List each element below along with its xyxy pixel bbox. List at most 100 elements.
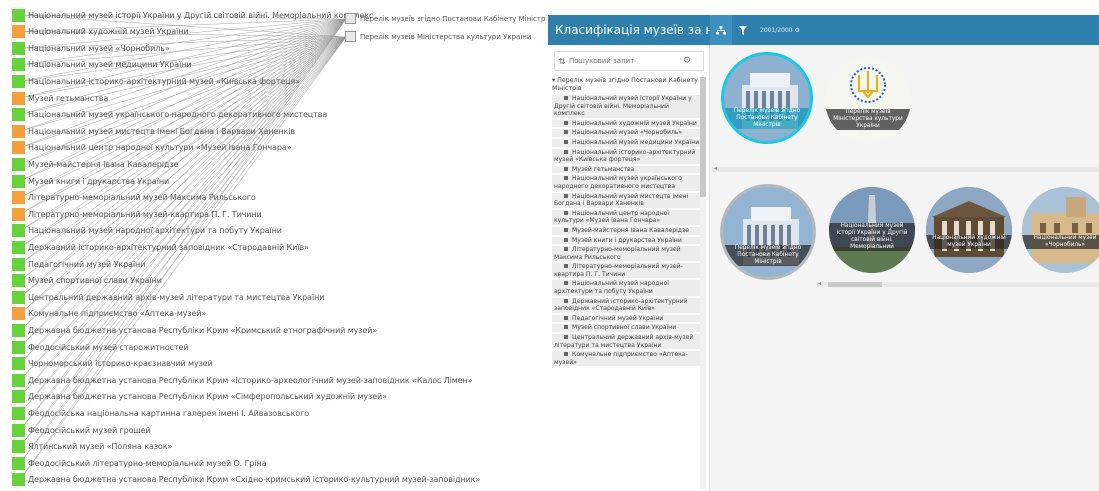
museum-node[interactable]: Чорноморський історико-краєзнавчий музей (12, 357, 213, 371)
tree-parent-item[interactable]: ▾ Перелік музеїв згідно Постанови Кабіне… (552, 77, 700, 93)
tree-item[interactable]: Національний музей медицини України (552, 138, 700, 148)
tree-item[interactable]: Національний музей народної архітектури … (552, 280, 700, 297)
museum-node[interactable]: Державна бюджетна установа Республіки Кр… (12, 373, 473, 387)
museum-node[interactable]: Державна бюджетна установа Республіки Кр… (12, 390, 387, 404)
tree-item[interactable]: Національний музей історії України у Дру… (552, 95, 700, 119)
museum-node[interactable]: Національний музей медицини України (12, 58, 192, 72)
museum-node[interactable]: Національний центр народної культури «Му… (12, 141, 292, 155)
gear-icon[interactable]: ⚙ (679, 56, 695, 66)
root-node-label: Перелік музеїв Міністерства культури Укр… (360, 32, 532, 41)
tree-item[interactable]: Музей-майстерня Івана Кавалерідзе (552, 226, 700, 236)
bottom-scroll-thumb[interactable] (828, 282, 882, 287)
museum-node-square (12, 224, 25, 238)
museum-node[interactable]: Національний художній музей України (12, 25, 189, 39)
museum-node-label: Національний музей народної архітектури … (28, 226, 282, 236)
tree-item[interactable]: Музей книги і друкарства України (552, 236, 700, 246)
museum-node[interactable]: Національний музей українського народног… (12, 108, 327, 122)
museum-node[interactable]: Літературно-меморіальний музей-квартира … (12, 207, 262, 221)
card-cabinet[interactable]: Перелік музеїв згідно Постанови Кабінету… (720, 184, 816, 280)
museum-node[interactable]: Педагогічний музей України (12, 257, 145, 271)
bullet-icon (564, 298, 568, 303)
tree-item[interactable]: Національний музей «Чорнобиль» (552, 129, 700, 138)
bullet-icon (564, 264, 568, 269)
root-node-cabinet[interactable]: Перелік музеїв згідно Постанови Кабінету… (345, 13, 545, 24)
museum-node[interactable]: Національний музей історії України у Дру… (12, 8, 374, 22)
card-chornobyl-museum[interactable]: Національний музей «Чорнобиль» (1022, 187, 1099, 273)
year-selector[interactable]: 2001/2000 ⚙ (754, 15, 806, 45)
museum-node[interactable]: Державна бюджетна установа Республіки Кр… (12, 473, 480, 487)
tree-item-label: Центральний державний архів-музей літера… (554, 334, 694, 349)
museum-node-label: Феодосійський музей грошей (28, 425, 151, 435)
tree-item[interactable]: Комунальне підприємство «Аптека-музей» (552, 351, 700, 368)
tree-item-label: Літературно-меморіальний музей-квартира … (554, 263, 683, 278)
museum-node[interactable]: Національний музей «Чорнобиль» (12, 41, 170, 55)
card-cabinet-selected[interactable]: Перелік музеїв згідно Постанови Кабінету… (721, 52, 813, 144)
museum-node[interactable]: Феодосійський музей грошей (12, 423, 151, 437)
museum-node[interactable]: Музей гетьманства (12, 91, 108, 105)
card-ministry-culture[interactable]: Перелік музеїв Міністерства культури Укр… (825, 57, 911, 143)
tree-item[interactable]: Національний художній музей України (552, 119, 700, 129)
scroll-left-icon[interactable]: ◂ (818, 280, 821, 287)
museum-node-label: Національний історико-архітектурний музе… (28, 76, 301, 86)
museum-node[interactable]: Комунальне підприємство «Аптека-музей» (12, 307, 206, 321)
tree-item-label: Музей гетьманства (572, 165, 635, 173)
filter-icon[interactable] (732, 15, 754, 45)
museum-node-square (12, 74, 25, 88)
root-node-ministry[interactable]: Перелік музеїв Міністерства культури Укр… (345, 31, 531, 42)
tree-item[interactable]: Педагогічний музей України (552, 314, 700, 324)
museum-node-label: Національний музей історії України у Дру… (28, 10, 374, 20)
card-caption: Перелік музеїв згідно Постанови Кабінету… (724, 108, 810, 129)
tree-item[interactable]: Державний історико-архітектурний заповід… (552, 297, 700, 314)
tree-item-label: Національний музей історії України у Дру… (554, 95, 692, 118)
tree-item[interactable]: Національний центр народної культури «Му… (552, 209, 700, 226)
museum-node-square (12, 58, 25, 72)
museum-node[interactable]: Національний музей народної архітектури … (12, 224, 282, 238)
bullet-icon (564, 335, 568, 340)
tree-item[interactable]: Національний музей мистецтв імені Богдан… (552, 192, 700, 209)
museum-node-label: Державна бюджетна установа Республіки Кр… (28, 325, 378, 335)
tree-item[interactable]: Національний історико-архітектурний музе… (552, 148, 700, 165)
search-input[interactable] (569, 57, 679, 65)
bullet-icon (564, 176, 568, 181)
tree-item-label: Національний музей «Чорнобиль» (572, 129, 683, 137)
museum-node-square (12, 440, 25, 454)
museum-node[interactable]: Музей-майстерня Івана Кавалерідзе (12, 157, 178, 171)
tree-item[interactable]: Літературно-меморіальний музей-квартира … (552, 263, 700, 280)
scroll-left-icon[interactable]: ◂ (714, 165, 717, 172)
bullet-icon (564, 210, 568, 215)
museum-node[interactable]: Феодосійська національна картинна галере… (12, 406, 309, 420)
sort-icon[interactable]: ⇅ (555, 57, 569, 66)
museum-node-label: Національний музей мистецтв імені Богдан… (28, 126, 295, 136)
museum-node[interactable]: Музей книги і друкарства України (12, 174, 170, 188)
tree-item-label: Національний музей народної архітектури … (554, 280, 669, 296)
tree-item[interactable]: Музей спортивної слави України (552, 324, 700, 334)
sitemap-icon[interactable] (710, 15, 732, 45)
museum-node[interactable]: Державний історико-архітектурний заповід… (12, 240, 309, 254)
top-cards-scrollbar[interactable]: ◂ (712, 165, 1099, 172)
bullet-icon (564, 130, 568, 135)
card-art-museum[interactable]: Національний художній музей України (926, 187, 1012, 273)
tree-item[interactable]: Центральний державний архів-музей літера… (552, 334, 700, 351)
museum-node-square (12, 41, 25, 55)
museum-node-square (12, 373, 25, 387)
top-bar: Класифікація музеїв за но... 2001/2000 ⚙ (548, 15, 1099, 45)
tree-item[interactable]: Літературно-меморіальний музей Максима Р… (552, 246, 700, 263)
museum-node-label: Музей книги і друкарства України (28, 176, 170, 186)
museum-node[interactable]: Національний історико-архітектурний музе… (12, 74, 301, 88)
museum-node[interactable]: Феодосійський музей старожитностей (12, 340, 189, 354)
museum-node[interactable]: Ялтинський музей «Поляна казок» (12, 440, 172, 454)
museum-node[interactable]: Феодосійський літературно-меморіальний м… (12, 456, 267, 470)
tree-item[interactable]: Музей гетьманства (552, 165, 700, 175)
tree-item[interactable]: Національний музей українського народног… (552, 175, 700, 192)
museum-node[interactable]: Літературно-меморіальний музей Максима Р… (12, 191, 256, 205)
tree-items: Національний музей історії України у Дру… (552, 95, 700, 368)
museum-node[interactable]: Центральний державний архів-музей літера… (12, 290, 324, 304)
bottom-cards-scrollbar[interactable]: ◂ (816, 280, 1099, 287)
museum-node-label: Феодосійський літературно-меморіальний м… (28, 458, 267, 468)
museum-node[interactable]: Музей спортивної слави України (12, 274, 162, 288)
museum-node[interactable]: Національний музей мистецтв імені Богдан… (12, 124, 295, 138)
tree-scroll-thumb[interactable] (700, 77, 706, 197)
tree-scrollbar[interactable] (700, 77, 706, 489)
card-ww2-museum[interactable]: Національний музей історії України у Дру… (829, 187, 915, 273)
museum-node[interactable]: Державна бюджетна установа Республіки Кр… (12, 323, 378, 337)
